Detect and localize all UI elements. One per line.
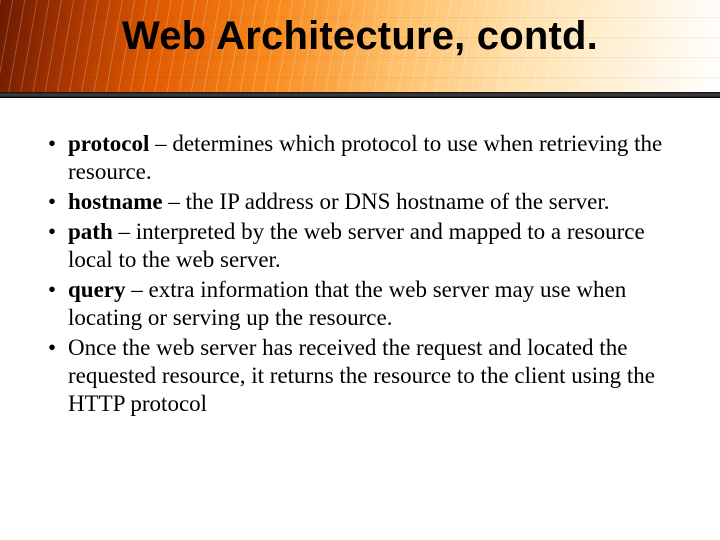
slide-header: Web Architecture, contd. (0, 0, 720, 98)
slide-title: Web Architecture, contd. (0, 14, 720, 59)
bullet-text: – extra information that the web server … (68, 277, 626, 330)
bullet-text: – the IP address or DNS hostname of the … (163, 189, 610, 214)
slide-content: protocol – determines which protocol to … (40, 130, 680, 420)
bullet-list: protocol – determines which protocol to … (40, 130, 680, 418)
bullet-term: hostname (68, 189, 163, 214)
bullet-term: query (68, 277, 126, 302)
list-item: Once the web server has received the req… (40, 334, 680, 418)
bullet-term: protocol (68, 131, 149, 156)
list-item: protocol – determines which protocol to … (40, 130, 680, 186)
bullet-text: – interpreted by the web server and mapp… (68, 219, 645, 272)
list-item: path – interpreted by the web server and… (40, 218, 680, 274)
list-item: hostname – the IP address or DNS hostnam… (40, 188, 680, 216)
slide: Web Architecture, contd. protocol – dete… (0, 0, 720, 540)
bullet-text: – determines which protocol to use when … (68, 131, 662, 184)
bullet-text: Once the web server has received the req… (68, 335, 655, 416)
header-separator (0, 92, 720, 98)
bullet-term: path (68, 219, 113, 244)
list-item: query – extra information that the web s… (40, 276, 680, 332)
